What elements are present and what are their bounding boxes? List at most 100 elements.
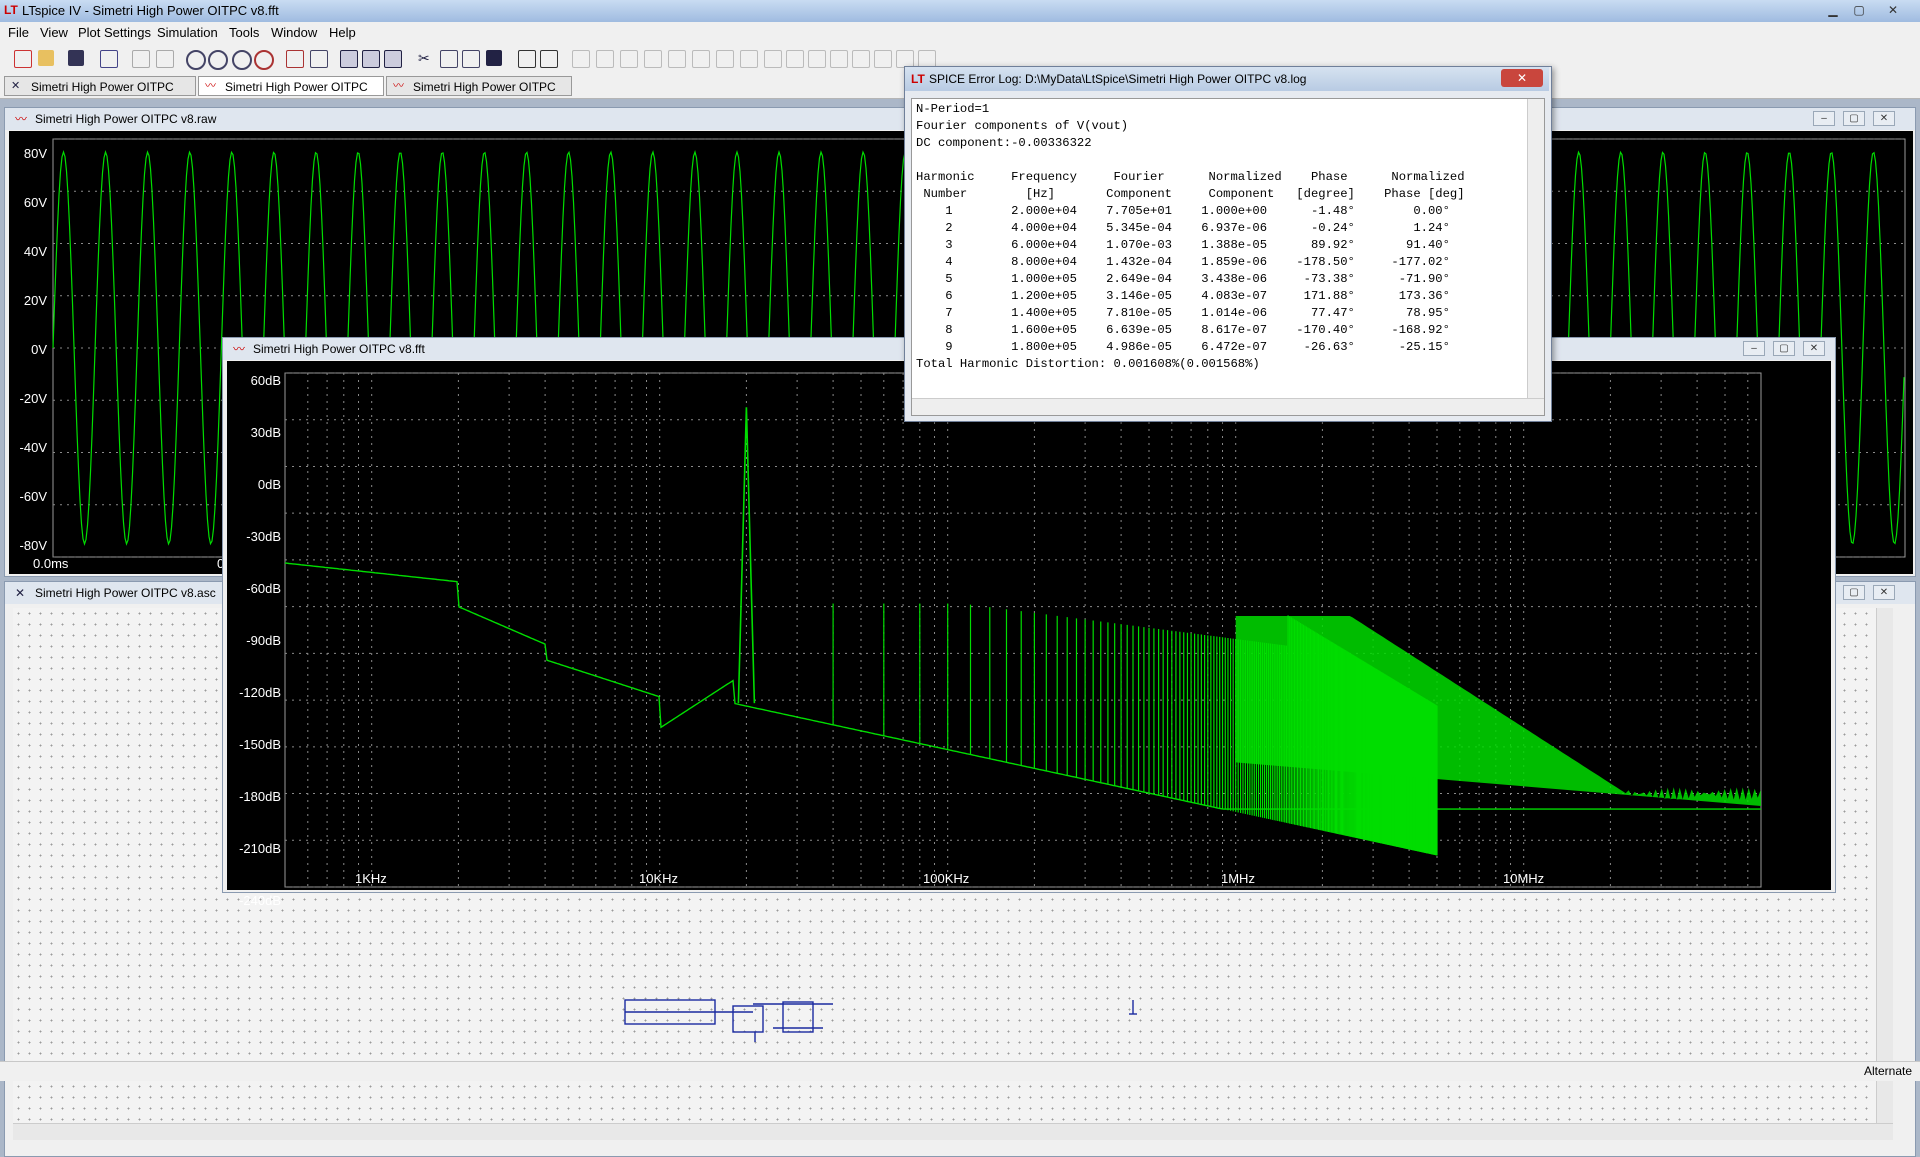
cascade-icon[interactable] xyxy=(362,50,380,68)
vertical-scrollbar[interactable] xyxy=(1527,99,1544,415)
close-icon[interactable]: ✕ xyxy=(1873,585,1895,600)
cut-icon[interactable]: ✂ xyxy=(418,50,434,66)
drag-icon[interactable] xyxy=(786,50,804,68)
menu-simulation[interactable]: Simulation xyxy=(157,25,218,40)
new-schematic-icon[interactable] xyxy=(14,50,32,68)
find-icon[interactable] xyxy=(486,50,502,66)
x-tick-label: 1KHz xyxy=(355,871,387,886)
log-line: 6 1.200e+05 3.146e-05 4.083e-07 171.88° … xyxy=(916,289,1450,303)
maximize-icon[interactable]: ▢ xyxy=(1843,585,1865,600)
log-line: Harmonic Frequency Fourier Normalized Ph… xyxy=(916,170,1465,184)
tab-fft[interactable]: 〰 Simetri High Power OITPC v8.fft xyxy=(198,76,384,114)
component-icon[interactable] xyxy=(740,50,758,68)
grid-icon[interactable] xyxy=(310,50,328,68)
open-icon[interactable] xyxy=(38,50,54,66)
y-tick-label: -60dB xyxy=(246,581,281,596)
close-icon[interactable]: ✕ xyxy=(1501,69,1543,87)
menu-plot-settings[interactable]: Plot Settings xyxy=(78,25,151,40)
log-line: 2 4.000e+04 5.345e-04 6.937e-06 -0.24° 1… xyxy=(916,221,1450,235)
undo-icon[interactable] xyxy=(808,50,826,68)
log-line: Fourier components of V(vout) xyxy=(916,119,1129,133)
schematic-icon: ✕ xyxy=(11,80,21,92)
log-text-area[interactable]: N-Period=1 Fourier components of V(vout)… xyxy=(911,98,1545,416)
y-tick-label: -240dB xyxy=(239,893,281,908)
log-line: 7 1.400e+05 7.810e-05 1.014e-06 77.47° 7… xyxy=(916,306,1450,320)
menu-bar: File View Plot Settings Simulation Tools… xyxy=(0,22,1920,44)
app-title: LTspice IV - Simetri High Power OITPC v8… xyxy=(22,3,279,18)
menu-view[interactable]: View xyxy=(40,25,68,40)
redo-icon[interactable] xyxy=(830,50,848,68)
maximize-icon[interactable]: ▢ xyxy=(1773,341,1795,356)
pan-icon[interactable] xyxy=(156,50,174,68)
close-icon[interactable]: ✕ xyxy=(1872,1,1914,19)
ltspice-logo-icon: LT xyxy=(911,72,925,86)
maximize-icon[interactable]: ▢ xyxy=(1843,111,1865,126)
horizontal-scrollbar[interactable] xyxy=(912,398,1544,415)
y-tick-label: -90dB xyxy=(246,633,281,648)
diode-icon[interactable] xyxy=(716,50,734,68)
plot-border xyxy=(284,372,1762,888)
menu-window[interactable]: Window xyxy=(271,25,317,40)
inductor-icon[interactable] xyxy=(692,50,710,68)
minimize-icon[interactable]: ▁ xyxy=(1820,1,1846,19)
resistor-icon[interactable] xyxy=(644,50,662,68)
fft-window-title: Simetri High Power OITPC v8.fft xyxy=(253,342,425,356)
menu-tools[interactable]: Tools xyxy=(229,25,259,40)
y-tick-label: -30dB xyxy=(246,529,281,544)
waveform-icon: 〰 xyxy=(15,112,28,126)
tab-asc[interactable]: ✕ Simetri High Power OITPC v8.asc xyxy=(4,76,196,114)
close-icon[interactable]: ✕ xyxy=(1873,111,1895,126)
schematic-icon: ✕ xyxy=(15,586,26,600)
fft-plot-area[interactable]: 60dB 30dB 0dB -30dB -60dB -90dB -120dB -… xyxy=(227,361,1831,908)
move-icon[interactable] xyxy=(764,50,782,68)
log-line: 1 2.000e+04 7.705e+01 1.000e+00 -1.48° 0… xyxy=(916,204,1450,218)
tab-raw[interactable]: 〰 Simetri High Power OITPC v8.raw xyxy=(386,76,572,114)
y-tick-label: 80V xyxy=(23,146,47,161)
draw-wire-icon[interactable] xyxy=(572,50,590,68)
label-net-icon[interactable] xyxy=(620,50,638,68)
y-tick-label: -150dB xyxy=(239,737,281,752)
y-tick-label: 20V xyxy=(23,293,47,308)
close-icon[interactable]: ✕ xyxy=(1803,341,1825,356)
tile-horizontal-icon[interactable] xyxy=(340,50,358,68)
minimize-icon[interactable]: – xyxy=(1813,111,1835,126)
zoom-area-icon[interactable] xyxy=(208,50,228,70)
tile-vertical-icon[interactable] xyxy=(384,50,402,68)
spice-error-log-window[interactable]: LT SPICE Error Log: D:\MyData\LtSpice\Si… xyxy=(904,66,1552,422)
rotate-icon[interactable] xyxy=(852,50,870,68)
run-icon[interactable] xyxy=(132,50,150,68)
ground-icon[interactable] xyxy=(596,50,614,68)
menu-help[interactable]: Help xyxy=(329,25,356,40)
minimize-icon[interactable]: – xyxy=(1743,341,1765,356)
y-tick-label: -80V xyxy=(19,538,47,553)
y-tick-label: -40V xyxy=(19,440,47,455)
waveform-icon: 〰 xyxy=(233,342,246,356)
menu-file[interactable]: File xyxy=(8,25,29,40)
log-line: DC component:-0.00336322 xyxy=(916,136,1092,150)
log-line: N-Period=1 xyxy=(916,102,990,116)
waveform-icon: 〰 xyxy=(205,80,216,92)
save-icon[interactable] xyxy=(68,50,84,66)
autorange-icon[interactable] xyxy=(286,50,304,68)
y-tick-label: -60V xyxy=(19,489,47,504)
log-line: 8 1.600e+05 6.639e-05 8.617e-07 -170.40°… xyxy=(916,323,1450,337)
y-tick-label: -210dB xyxy=(239,841,281,856)
horizontal-scrollbar[interactable] xyxy=(13,1123,1893,1140)
y-tick-label: 0dB xyxy=(257,477,281,492)
log-window-title-bar: LT SPICE Error Log: D:\MyData\LtSpice\Si… xyxy=(905,67,1549,91)
zoom-in-icon[interactable] xyxy=(186,50,206,70)
control-panel-icon[interactable] xyxy=(100,50,118,68)
print-setup-icon[interactable] xyxy=(518,50,536,68)
print-icon[interactable] xyxy=(540,50,558,68)
capacitor-icon[interactable] xyxy=(668,50,686,68)
paste-icon[interactable] xyxy=(462,50,480,68)
x-tick-label: 1MHz xyxy=(1221,871,1255,886)
zoom-fit-icon[interactable] xyxy=(254,50,274,70)
copy-icon[interactable] xyxy=(440,50,458,68)
mirror-icon[interactable] xyxy=(874,50,892,68)
y-tick-label: -120dB xyxy=(239,685,281,700)
maximize-icon[interactable]: ▢ xyxy=(1846,1,1872,19)
log-line: 4 8.000e+04 1.432e-04 1.859e-06 -178.50°… xyxy=(916,255,1450,269)
zoom-out-icon[interactable] xyxy=(232,50,252,70)
y-tick-label: -20V xyxy=(19,391,47,406)
